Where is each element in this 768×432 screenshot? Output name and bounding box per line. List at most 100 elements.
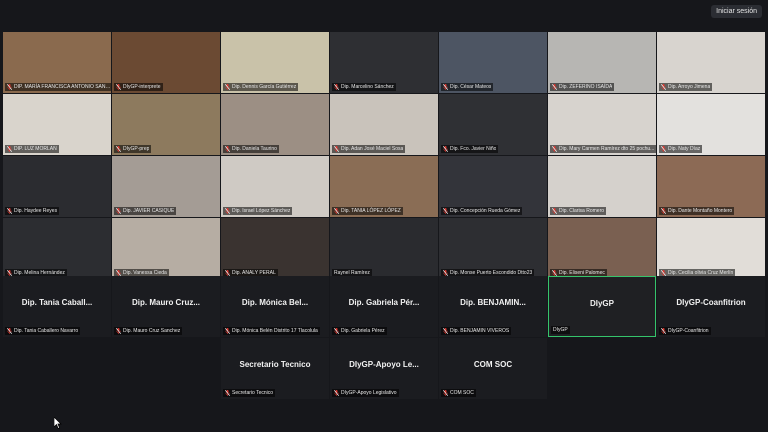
- participant-video-tile[interactable]: DIP. LUZ MORLAN: [3, 94, 111, 155]
- microphone-muted-icon: [443, 208, 448, 214]
- participant-video-tile[interactable]: DIP. MARÍA FRANCISCA ANTONIO SANT...: [3, 32, 111, 93]
- participant-name-label: Dip. Israel López Sánchez: [232, 208, 291, 214]
- microphone-muted-icon: [552, 208, 557, 214]
- participant-nameplate: Dip. BENJAMIN VIVEROS: [441, 327, 512, 335]
- participant-name-label: Dip. Haydee Reyes: [14, 208, 58, 214]
- participant-placeholder-tile[interactable]: DIyGP-Apoyo Le... DIyGP-Apoyo Legislativo: [330, 338, 438, 399]
- participant-name-label: Dip. JAVIER CASIQUE: [123, 208, 175, 214]
- microphone-muted-icon: [225, 390, 230, 396]
- participant-nameplate: DIyGP-Coanfitrion: [659, 327, 711, 335]
- participant-video-tile[interactable]: DIyGP-prep: [112, 94, 220, 155]
- participant-name-label: Dip. Mary Carmen Ramírez dto 25 pochu...: [559, 146, 655, 152]
- participant-video-tile[interactable]: Dip. ANALY PERAL: [221, 218, 329, 279]
- microphone-muted-icon: [7, 84, 12, 90]
- participant-nameplate: Dip. Mauro Cruz Sanchez: [114, 327, 183, 335]
- participant-video-tile[interactable]: Dip. Dennis García Gutiérrez: [221, 32, 329, 93]
- mouse-cursor-icon: [54, 417, 62, 429]
- microphone-muted-icon: [116, 208, 121, 214]
- participant-video-tile[interactable]: Dip. Adan José Maciel Sosa: [330, 94, 438, 155]
- participant-display-name: DIyGP: [589, 299, 614, 308]
- sign-in-button[interactable]: Iniciar sesión: [711, 5, 762, 18]
- microphone-muted-icon: [7, 146, 12, 152]
- microphone-muted-icon: [552, 84, 557, 90]
- participant-nameplate: Dip. TANIA LÓPEZ LÓPEZ: [332, 207, 403, 215]
- participant-video-tile[interactable]: DIyGP-interprete: [112, 32, 220, 93]
- microphone-muted-icon: [443, 146, 448, 152]
- participant-video-tile[interactable]: Dip. ZEFERINO ISAÍDA: [548, 32, 656, 93]
- participant-nameplate: Dip. JAVIER CASIQUE: [114, 207, 177, 215]
- participant-video-tile[interactable]: Dip. Daniela Taurino: [221, 94, 329, 155]
- participant-video-tile[interactable]: Dip. Fco. Javier Niño: [439, 94, 547, 155]
- participant-placeholder-tile[interactable]: Dip. Gabriela Pér... Dip. Gabriela Pérez: [330, 276, 438, 337]
- participant-video-tile[interactable]: Dip. Dante Montaño Montero: [657, 156, 765, 217]
- participant-name-label: DIyGP-interprete: [123, 84, 161, 90]
- microphone-muted-icon: [225, 328, 230, 334]
- participant-nameplate: Dip. Marcelino Sánchez: [332, 83, 396, 91]
- participant-video-tile[interactable]: Dip. Arroyo Jimena: [657, 32, 765, 93]
- participant-placeholder-tile[interactable]: DIyGP-Coanfitrion DIyGP-Coanfitrion: [657, 276, 765, 337]
- participant-nameplate: DIP. MARÍA FRANCISCA ANTONIO SANT...: [5, 83, 111, 91]
- microphone-muted-icon: [225, 208, 230, 214]
- participant-nameplate: DIyGP-Apoyo Legislativo: [332, 389, 399, 397]
- microphone-muted-icon: [334, 328, 339, 334]
- participant-name-label: DIyGP-Coanfitrion: [668, 328, 709, 334]
- participant-video-tile[interactable]: Dip. Eliseni Palomec: [548, 218, 656, 279]
- participant-name-label: Dip. Clarisa Romero: [559, 208, 605, 214]
- participant-placeholder-tile[interactable]: Dip. BENJAMIN... Dip. BENJAMIN VIVEROS: [439, 276, 547, 337]
- participant-nameplate: Dip. Arroyo Jimena: [659, 83, 713, 91]
- participant-nameplate: Dip. Dennis García Gutiérrez: [223, 83, 299, 91]
- participant-video-tile[interactable]: Dip. Israel López Sánchez: [221, 156, 329, 217]
- participant-video-tile[interactable]: Dip. César Mateos: [439, 32, 547, 93]
- participant-nameplate: Dip. Clarisa Romero: [550, 207, 607, 215]
- microphone-muted-icon: [443, 390, 448, 396]
- participant-video-tile[interactable]: Dip. Marcelino Sánchez: [330, 32, 438, 93]
- participant-name-label: DIyGP: [553, 327, 568, 333]
- participant-name-label: Dip. Arroyo Jimena: [668, 84, 711, 90]
- participant-name-label: Dip. Naty Díaz: [668, 146, 701, 152]
- participant-nameplate: Dip. Naty Díaz: [659, 145, 703, 153]
- participant-name-label: DIyGP-Apoyo Legislativo: [341, 390, 397, 396]
- participant-name-label: DIyGP-prep: [123, 146, 150, 152]
- participant-display-name: Dip. Mauro Cruz...: [132, 298, 200, 307]
- participant-placeholder-tile[interactable]: Dip. Mónica Bel... Dip. Mónica Belén Dist…: [221, 276, 329, 337]
- microphone-muted-icon: [661, 84, 666, 90]
- participant-display-name: Dip. Mónica Bel...: [241, 298, 309, 307]
- participant-name-label: Dip. Marcelino Sánchez: [341, 84, 394, 90]
- participant-name-label: Dip. Dante Montaño Montero: [668, 208, 733, 214]
- participant-name-label: Dip. Dennis García Gutiérrez: [232, 84, 297, 90]
- participant-display-name: Dip. BENJAMIN...: [460, 298, 526, 307]
- microphone-muted-icon: [334, 390, 339, 396]
- participant-placeholder-tile[interactable]: Dip. Mauro Cruz... Dip. Mauro Cruz Sanche…: [112, 276, 220, 337]
- microphone-muted-icon: [334, 146, 339, 152]
- participant-placeholder-tile[interactable]: Secretario Tecnico Secretario Tecnico: [221, 338, 329, 399]
- participant-video-tile[interactable]: Raynel Ramírez: [330, 218, 438, 279]
- microphone-muted-icon: [7, 208, 12, 214]
- microphone-muted-icon: [225, 146, 230, 152]
- participant-name-label: Dip. Mónica Belén Distrito 17 Tlacolula: [232, 328, 318, 334]
- participant-video-tile[interactable]: Dip. Naty Díaz: [657, 94, 765, 155]
- participant-placeholder-tile[interactable]: Dip. Tania Caball... Dip. Tania Caballero…: [3, 276, 111, 337]
- participant-nameplate: Secretario Tecnico: [223, 389, 276, 397]
- participant-name-label: COM SOC: [450, 390, 474, 396]
- participant-video-tile[interactable]: Dip. Melina Hernández: [3, 218, 111, 279]
- participant-video-tile[interactable]: Dip. Concepción Rueda Gómez: [439, 156, 547, 217]
- participant-video-tile[interactable]: Dip. Monse Puerto Escondido Dtto23: [439, 218, 547, 279]
- participant-name-label: Dip. Daniela Taurino: [232, 146, 277, 152]
- microphone-muted-icon: [552, 146, 557, 152]
- participant-name-label: Dip. Concepción Rueda Gómez: [450, 208, 521, 214]
- active-speaker-tile[interactable]: DIyGP DIyGP: [548, 276, 656, 337]
- participant-display-name: Dip. Tania Caball...: [21, 298, 93, 307]
- microphone-muted-icon: [661, 208, 666, 214]
- participant-nameplate: Dip. Tania Caballero Navarro: [5, 327, 81, 335]
- participant-video-tile[interactable]: Dip. Haydee Reyes: [3, 156, 111, 217]
- participant-video-tile[interactable]: Dip. JAVIER CASIQUE: [112, 156, 220, 217]
- participant-name-label: Secretario Tecnico: [232, 390, 274, 396]
- participant-nameplate: Dip. Israel López Sánchez: [223, 207, 293, 215]
- participant-video-tile[interactable]: Dip. Vanessa Cieda: [112, 218, 220, 279]
- participant-placeholder-tile[interactable]: COM SOC COM SOC: [439, 338, 547, 399]
- participant-video-tile[interactable]: Dip. Clarisa Romero: [548, 156, 656, 217]
- participant-video-tile[interactable]: Dip. Cecilia olivia Cruz Merlín: [657, 218, 765, 279]
- participant-video-tile[interactable]: Dip. TANIA LÓPEZ LÓPEZ: [330, 156, 438, 217]
- participant-video-tile[interactable]: Dip. Mary Carmen Ramírez dto 25 pochu...: [548, 94, 656, 155]
- participant-nameplate: COM SOC: [441, 389, 476, 397]
